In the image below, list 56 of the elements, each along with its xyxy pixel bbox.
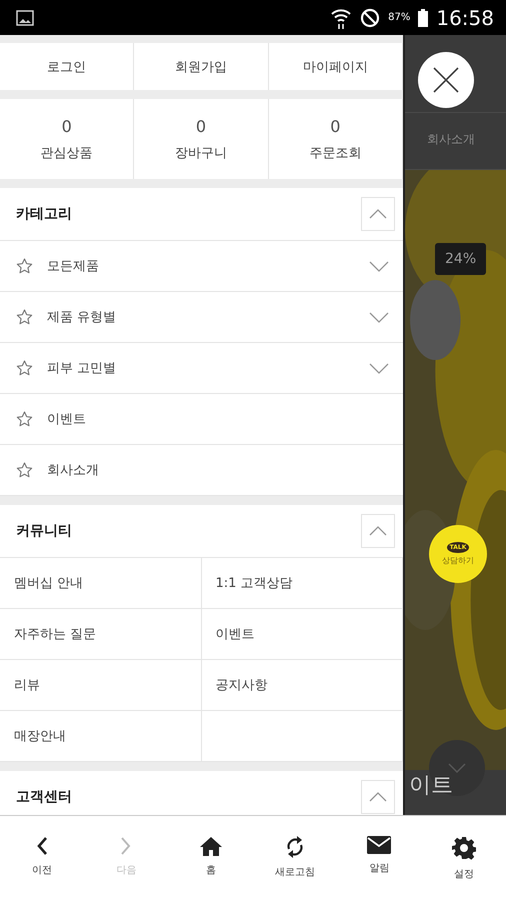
section-title: 고객센터: [16, 788, 73, 806]
category-item[interactable]: 이벤트: [0, 394, 403, 445]
settings-icon: [452, 836, 476, 860]
blocked-icon: [360, 8, 380, 28]
collapse-button[interactable]: [361, 197, 395, 231]
battery-icon: [418, 8, 428, 26]
category-item[interactable]: 피부 고민별: [0, 343, 403, 394]
discount-badge: 24%: [435, 243, 486, 275]
category-label: 모든제품: [47, 258, 100, 275]
battery-percent: 87%: [388, 12, 410, 23]
nav-label: 회사소개: [427, 131, 475, 148]
chevron-down-icon: [448, 763, 466, 773]
star-icon: [16, 360, 33, 376]
star-icon: [16, 462, 33, 478]
counter-label: 관심상품: [40, 144, 93, 162]
category-label: 피부 고민별: [47, 360, 118, 377]
refresh-icon: [285, 836, 306, 858]
collapse-icon: [369, 209, 387, 219]
section-title: 커뮤니티: [16, 522, 73, 540]
collapse-icon: [369, 526, 387, 536]
counter-value: 0: [196, 116, 206, 136]
chat-label: 상담하기: [442, 555, 474, 566]
page-title: 이트: [409, 773, 453, 799]
community-link[interactable]: 리뷰: [0, 660, 202, 711]
counter-value: 0: [330, 116, 340, 136]
gallery-icon: [16, 10, 34, 26]
star-icon: [16, 258, 33, 274]
community-link[interactable]: 1:1 고객상담: [202, 558, 403, 609]
wifi-icon: [330, 6, 352, 28]
counter-label: 장바구니: [174, 144, 227, 162]
star-icon: [16, 309, 33, 325]
category-label: 회사소개: [47, 462, 100, 479]
mail-icon: [367, 836, 392, 854]
collapse-button[interactable]: [361, 514, 395, 548]
counter-label: 주문조회: [309, 144, 362, 162]
community-link[interactable]: 이벤트: [202, 609, 403, 660]
category-item[interactable]: 제품 유형별: [0, 292, 403, 343]
collapse-button[interactable]: [361, 780, 395, 814]
back-icon: [36, 836, 48, 856]
category-label: 이벤트: [47, 411, 87, 428]
collapse-icon: [369, 792, 387, 802]
category-item[interactable]: 회사소개: [0, 445, 403, 496]
home-icon: [198, 836, 223, 856]
section-title: 카테고리: [16, 205, 73, 223]
community-link[interactable]: 자주하는 질문: [0, 609, 202, 660]
community-link[interactable]: 공지사항: [202, 660, 403, 711]
category-label: 제품 유형별: [47, 309, 118, 326]
community-link[interactable]: 멤버십 안내: [0, 558, 202, 609]
counter-tile[interactable]: 0 주문조회: [268, 99, 403, 179]
clock: 16:58: [436, 6, 494, 30]
counter-value: 0: [62, 116, 72, 136]
star-icon: [16, 411, 33, 427]
forward-icon: [120, 836, 132, 856]
close-icon: [433, 67, 459, 93]
community-link[interactable]: 매장안내: [0, 711, 202, 762]
category-item[interactable]: 모든제품: [0, 241, 403, 292]
